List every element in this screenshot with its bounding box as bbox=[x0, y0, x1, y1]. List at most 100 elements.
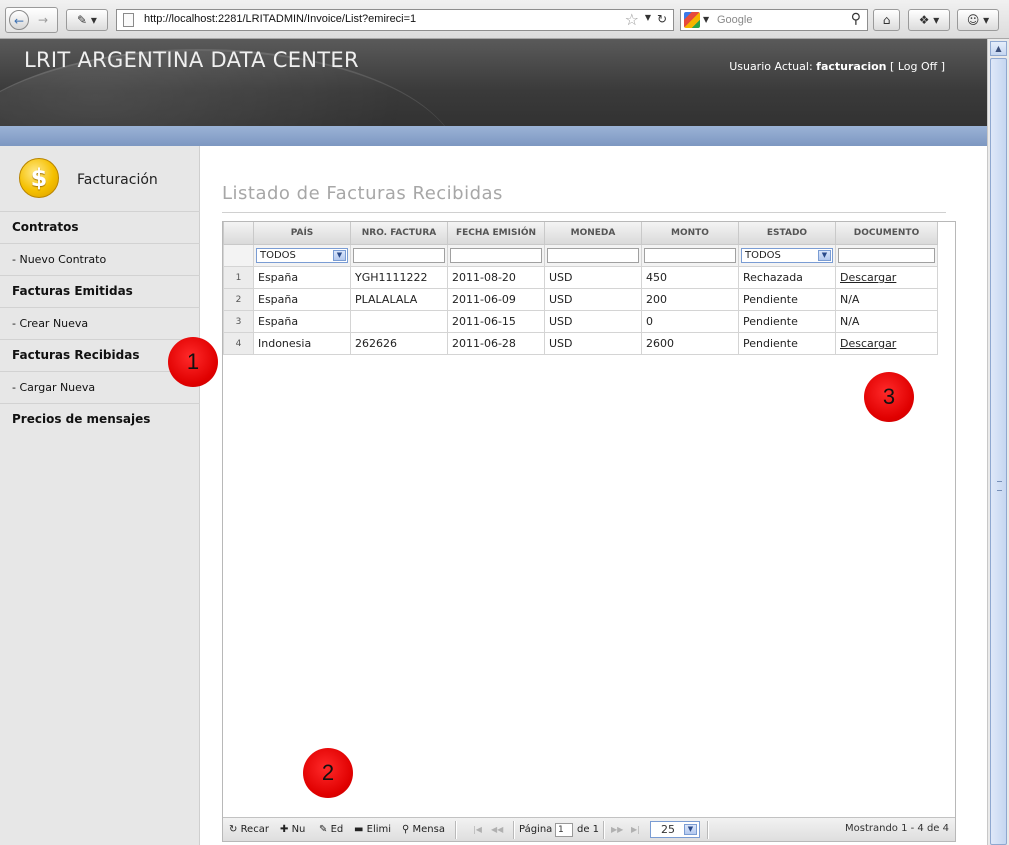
sidebar-item-contratos[interactable]: Contratos bbox=[0, 212, 200, 244]
cell-pais: España bbox=[253, 266, 351, 289]
filter-pais-select[interactable]: TODOS ▼ bbox=[256, 248, 348, 263]
reload-icon[interactable]: ↻ bbox=[657, 12, 667, 26]
column-header-documento[interactable]: DOCUMENTO bbox=[835, 222, 938, 245]
search-bar[interactable]: ▼ Google ⚲ bbox=[680, 9, 868, 31]
title-divider bbox=[222, 212, 946, 213]
filter-row: TODOS ▼ TODOS ▼ bbox=[223, 244, 938, 267]
chevron-down-icon[interactable]: ▼ bbox=[333, 250, 346, 261]
add-button[interactable]: ✚ Nu bbox=[280, 822, 313, 838]
home-icon[interactable]: ⌂ bbox=[873, 9, 900, 31]
sidebar: $ Facturación Contratos - Nuevo Contrato… bbox=[0, 146, 200, 845]
minus-icon: ▬ bbox=[354, 824, 367, 835]
cell-moneda: USD bbox=[544, 310, 642, 333]
user-prefix: Usuario Actual: bbox=[729, 60, 817, 73]
sidebar-item-nuevo-contrato[interactable]: - Nuevo Contrato bbox=[0, 244, 200, 276]
cell-pais: España bbox=[253, 288, 351, 311]
pager-separator bbox=[707, 821, 709, 839]
rownum-header bbox=[223, 222, 254, 245]
back-arrow-icon[interactable]: ← bbox=[9, 10, 29, 30]
table-row[interactable]: 2 España PLALALALA 2011-06-09 USD 200 Pe… bbox=[223, 288, 938, 311]
cell-nro-factura: 262626 bbox=[350, 332, 448, 355]
cell-pais: España bbox=[253, 310, 351, 333]
filter-estado-select[interactable]: TODOS ▼ bbox=[741, 248, 833, 263]
grid-pager: ↻ Recar ✚ Nu ✎ Ed ▬ Elimi ⚲ Mensa |◀ ◀◀ … bbox=[223, 817, 955, 841]
pencil-icon[interactable]: ✎ ▾ bbox=[66, 9, 108, 31]
first-page-icon[interactable]: |◀ bbox=[473, 822, 482, 838]
chevron-down-icon[interactable]: ▼ bbox=[645, 13, 651, 22]
cell-documento: N/A bbox=[835, 288, 938, 311]
column-header-fecha-emision[interactable]: FECHA EMISIÓN bbox=[447, 222, 545, 245]
cell-moneda: USD bbox=[544, 266, 642, 289]
filter-fecha-input[interactable] bbox=[450, 248, 542, 263]
chevron-down-icon[interactable]: ▼ bbox=[818, 250, 831, 261]
scroll-up-icon[interactable]: ▲ bbox=[990, 41, 1007, 56]
pager-separator bbox=[603, 821, 605, 839]
google-icon[interactable] bbox=[684, 12, 700, 28]
chevron-down-icon[interactable]: ▼ bbox=[684, 824, 697, 835]
logoff-link[interactable]: Log Off bbox=[898, 60, 937, 73]
annotation-marker-2: 2 bbox=[303, 748, 353, 798]
cell-estado: Pendiente bbox=[738, 332, 836, 355]
column-header-pais[interactable]: PAÍS bbox=[253, 222, 351, 245]
filter-cell-pais: TODOS ▼ bbox=[253, 244, 351, 267]
cell-estado: Rechazada bbox=[738, 266, 836, 289]
site-header: LRIT ARGENTINA DATA CENTER Usuario Actua… bbox=[0, 39, 987, 126]
chevron-down-icon[interactable]: ▼ bbox=[703, 15, 709, 24]
cell-fecha: 2011-06-28 bbox=[447, 332, 545, 355]
url-text: http://localhost:2281/LRITADMIN/Invoice/… bbox=[144, 13, 417, 25]
download-link[interactable]: Descargar bbox=[840, 271, 896, 284]
pager-separator bbox=[513, 821, 515, 839]
cell-documento: Descargar bbox=[835, 332, 938, 355]
cell-fecha: 2011-08-20 bbox=[447, 266, 545, 289]
vertical-scrollbar[interactable]: ▲ bbox=[987, 39, 1009, 845]
page-size-select[interactable]: 25 ▼ bbox=[650, 821, 700, 838]
edit-button[interactable]: ✎ Ed bbox=[319, 822, 349, 838]
filter-monto-input[interactable] bbox=[644, 248, 736, 263]
cell-documento: Descargar bbox=[835, 266, 938, 289]
address-bar[interactable]: http://localhost:2281/LRITADMIN/Invoice/… bbox=[116, 9, 674, 31]
reload-label: Recar bbox=[240, 824, 269, 835]
scrollbar-thumb[interactable] bbox=[990, 58, 1007, 845]
filter-documento-input[interactable] bbox=[838, 248, 935, 263]
sidebar-item-precios-de-mensajes[interactable]: Precios de mensajes bbox=[0, 404, 200, 436]
column-header-nro-factura[interactable]: NRO. FACTURA bbox=[350, 222, 448, 245]
column-header-moneda[interactable]: MONEDA bbox=[544, 222, 642, 245]
records-info: Mostrando 1 - 4 de 4 bbox=[844, 823, 949, 834]
cell-documento: N/A bbox=[835, 310, 938, 333]
download-link[interactable]: Descargar bbox=[840, 337, 896, 350]
filter-cell-estado: TODOS ▼ bbox=[738, 244, 836, 267]
page-number-input[interactable]: 1 bbox=[555, 823, 573, 837]
sidebar-item-crear-nueva[interactable]: - Crear Nueva bbox=[0, 308, 200, 340]
star-icon[interactable]: ☆ bbox=[625, 10, 639, 29]
table-row[interactable]: 4 Indonesia 262626 2011-06-28 USD 2600 P… bbox=[223, 332, 938, 355]
column-header-estado[interactable]: ESTADO bbox=[738, 222, 836, 245]
filter-nro-factura-input[interactable] bbox=[353, 248, 445, 263]
column-header-monto[interactable]: MONTO bbox=[641, 222, 739, 245]
last-page-icon[interactable]: ▶| bbox=[631, 822, 640, 838]
extension-icon[interactable]: ❖ ▾ bbox=[908, 9, 950, 31]
logoff-bracket-open: [ bbox=[886, 60, 898, 73]
addon-face-icon[interactable]: ☺ ▾ bbox=[957, 9, 999, 31]
row-number: 3 bbox=[223, 310, 254, 333]
forward-arrow-icon[interactable]: → bbox=[33, 10, 53, 30]
table-row[interactable]: 1 España YGH1111222 2011-08-20 USD 450 R… bbox=[223, 266, 938, 289]
sidebar-item-cargar-nueva[interactable]: - Cargar Nueva bbox=[0, 372, 200, 404]
search-icon[interactable]: ⚲ bbox=[851, 11, 861, 27]
sidebar-item-facturas-emitidas[interactable]: Facturas Emitidas bbox=[0, 276, 200, 308]
filter-moneda-input[interactable] bbox=[547, 248, 639, 263]
message-search-button[interactable]: ⚲ Mensa bbox=[402, 822, 452, 838]
logoff-bracket-close: ] bbox=[937, 60, 945, 73]
row-number: 2 bbox=[223, 288, 254, 311]
filter-cell-moneda bbox=[544, 244, 642, 267]
cell-moneda: USD bbox=[544, 332, 642, 355]
table-row[interactable]: 3 España 2011-06-15 USD 0 Pendiente N/A bbox=[223, 310, 938, 333]
delete-button[interactable]: ▬ Elimi bbox=[354, 822, 398, 838]
reload-button[interactable]: ↻ Recar bbox=[229, 822, 273, 838]
search-input[interactable]: Google bbox=[717, 14, 752, 26]
prev-page-icon[interactable]: ◀◀ bbox=[491, 822, 503, 838]
next-page-icon[interactable]: ▶▶ bbox=[611, 822, 623, 838]
page-label: Página bbox=[519, 824, 553, 835]
cell-estado: Pendiente bbox=[738, 288, 836, 311]
filter-pais-value: TODOS bbox=[260, 250, 296, 261]
cell-monto: 450 bbox=[641, 266, 739, 289]
